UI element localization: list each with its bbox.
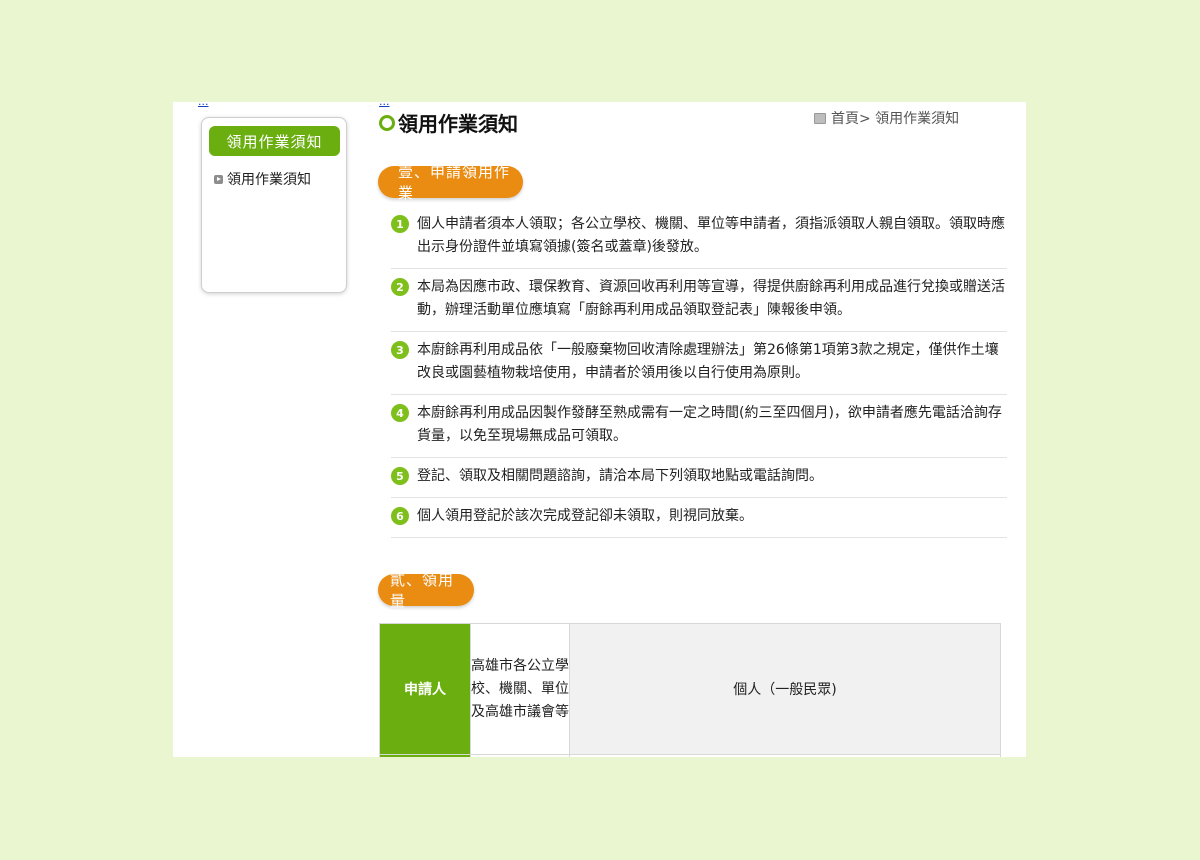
skip-link-left[interactable]: ...	[198, 102, 209, 108]
section-title-quantity: 貳、領用量	[378, 571, 474, 610]
list-item: 3 本廚餘再利用成品依「一般廢棄物回收清除處理辦法」第26條第1項第3款之規定，…	[391, 332, 1007, 395]
list-item: 6 個人領用登記於該次完成登記卻未領取，則視同放棄。	[391, 498, 1007, 538]
sidebar-item-guidelines[interactable]: 領用作業須知	[214, 169, 346, 189]
number-badge: 1	[391, 215, 409, 233]
table-cell	[470, 754, 570, 757]
breadcrumb: 首頁> 領用作業須知	[814, 108, 959, 128]
applicant-header-cell: 申請人	[379, 623, 471, 755]
table-row	[379, 754, 1001, 757]
table-cell	[569, 754, 1001, 757]
list-item: 4 本廚餘再利用成品因製作發酵至熟成需有一定之時間(約三至四個月)，欲申請者應先…	[391, 395, 1007, 458]
note-text: 登記、領取及相關問題諮詢，請洽本局下列領取地點或電話詢問。	[417, 468, 823, 484]
sidebar: 領用作業須知 領用作業須知	[201, 117, 347, 293]
breadcrumb-text[interactable]: 首頁> 領用作業須知	[831, 108, 959, 128]
sidebar-title: 領用作業須知	[209, 126, 340, 156]
sidebar-item-label: 領用作業須知	[227, 172, 311, 188]
list-item: 5 登記、領取及相關問題諮詢，請洽本局下列領取地點或電話詢問。	[391, 458, 1007, 498]
school-column-header: 高雄市各公立學校、機關、單位及高雄市議會等	[470, 623, 570, 755]
application-notes-list: 1 個人申請者須本人領取；各公立學校、機關、單位等申請者，須指派領取人親自領取。…	[391, 206, 1007, 538]
table-cell	[379, 754, 471, 757]
number-badge: 6	[391, 507, 409, 525]
section-title-application: 壹、申請領用作業	[378, 163, 523, 202]
note-text: 本局為因應市政、環保教育、資源回收再利用等宣導，得提供廚餘再利用成品進行兌換或贈…	[417, 279, 1005, 318]
quantity-table: 申請人 高雄市各公立學校、機關、單位及高雄市議會等 個人（一般民眾)	[379, 623, 1001, 757]
number-badge: 2	[391, 278, 409, 296]
page-content: ... ... 領用作業須知 領用作業須知 領用作業須知 首頁> 領用作業須知 …	[173, 102, 1026, 757]
individual-column-header: 個人（一般民眾)	[569, 623, 1001, 755]
note-text: 個人領用登記於該次完成登記卻未領取，則視同放棄。	[417, 508, 753, 524]
table-row: 申請人 高雄市各公立學校、機關、單位及高雄市議會等 個人（一般民眾)	[379, 623, 1001, 755]
arrow-square-icon	[214, 174, 223, 184]
page-title-text: 領用作業須知	[398, 112, 518, 136]
note-text: 本廚餘再利用成品因製作發酵至熟成需有一定之時間(約三至四個月)，欲申請者應先電話…	[417, 405, 1002, 444]
home-icon	[814, 112, 826, 124]
list-item: 2 本局為因應市政、環保教育、資源回收再利用等宣導，得提供廚餘再利用成品進行兌換…	[391, 269, 1007, 332]
number-badge: 5	[391, 467, 409, 485]
number-badge: 4	[391, 404, 409, 422]
page-title: 領用作業須知	[379, 108, 518, 137]
ring-icon	[379, 114, 395, 131]
note-text: 本廚餘再利用成品依「一般廢棄物回收清除處理辦法」第26條第1項第3款之規定，僅供…	[417, 342, 999, 381]
number-badge: 3	[391, 341, 409, 359]
list-item: 1 個人申請者須本人領取；各公立學校、機關、單位等申請者，須指派領取人親自領取。…	[391, 206, 1007, 269]
note-text: 個人申請者須本人領取；各公立學校、機關、單位等申請者，須指派領取人親自領取。領取…	[417, 216, 1005, 255]
